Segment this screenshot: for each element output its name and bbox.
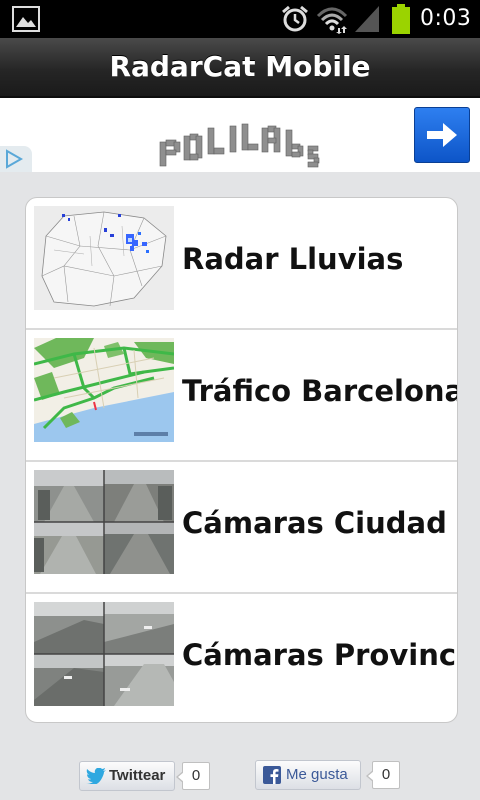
facebook-like-button[interactable]: Me gusta <box>255 760 361 790</box>
wifi-icon <box>316 7 348 34</box>
facebook-icon <box>263 766 281 784</box>
menu-list: Radar Lluvias Tráfico Barcelona Cámaras … <box>25 197 458 723</box>
traffic-map-thumbnail <box>34 338 174 442</box>
twitter-bird-icon <box>86 768 106 784</box>
image-icon <box>12 6 40 32</box>
polilabs-logo <box>159 123 320 168</box>
menu-item-city-cameras[interactable]: Cámaras Ciudad <box>26 462 457 594</box>
arrow-right-icon <box>427 123 457 147</box>
battery-icon <box>392 4 410 34</box>
menu-item-label: Tráfico Barcelona <box>182 374 458 408</box>
menu-item-label: Radar Lluvias <box>182 242 404 276</box>
status-bar: 0:03 <box>0 0 480 38</box>
twitter-button-label: Twittear <box>109 767 166 784</box>
menu-item-traffic[interactable]: Tráfico Barcelona <box>26 330 458 462</box>
menu-item-label: Cámaras Provincia <box>182 638 458 672</box>
app-bar: RadarCat Mobile <box>0 38 480 98</box>
play-triangle-icon <box>6 149 24 169</box>
ad-arrow-button[interactable] <box>414 107 470 163</box>
signal-icon <box>355 6 379 32</box>
city-cameras-thumbnail <box>34 470 174 574</box>
ad-choices-icon[interactable] <box>0 146 32 172</box>
menu-item-radar[interactable]: Radar Lluvias <box>26 198 457 330</box>
twitter-tweet-button[interactable]: Twittear <box>79 761 175 791</box>
province-cameras-thumbnail <box>34 602 174 706</box>
menu-item-label: Cámaras Ciudad <box>182 506 447 540</box>
facebook-count: 0 <box>366 761 400 789</box>
radar-map-thumbnail <box>34 206 174 310</box>
app-title: RadarCat Mobile <box>109 50 371 83</box>
facebook-button-label: Me gusta <box>286 766 348 783</box>
twitter-count: 0 <box>176 762 210 790</box>
ad-banner[interactable] <box>0 98 480 172</box>
clock: 0:03 <box>420 6 472 31</box>
menu-item-province-cameras[interactable]: Cámaras Provincia <box>26 594 458 722</box>
alarm-icon <box>282 5 308 32</box>
